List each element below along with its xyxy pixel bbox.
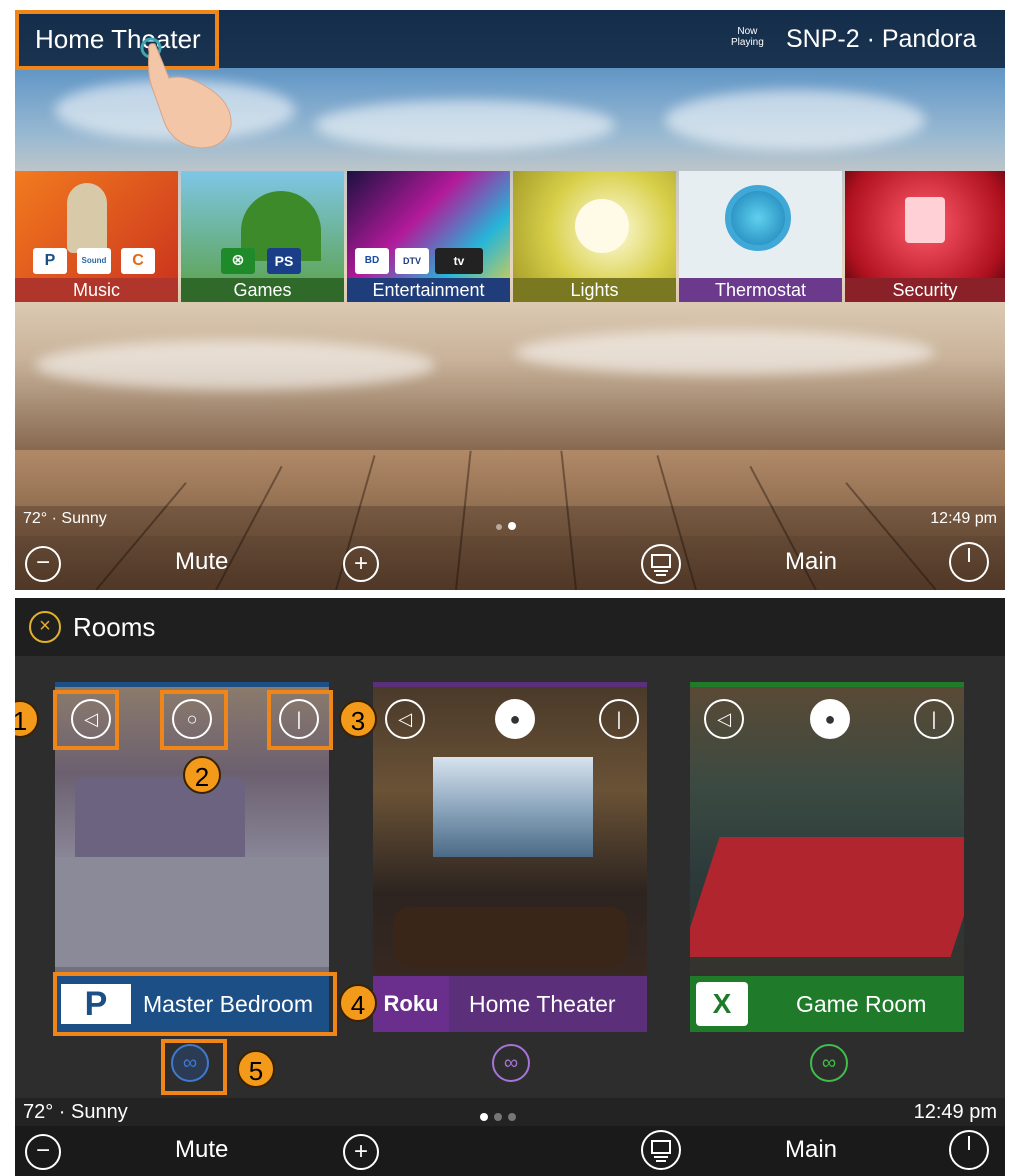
- tile-label: Games: [181, 278, 344, 302]
- highlight-light: [160, 690, 228, 750]
- lightbulb-icon: [575, 199, 629, 253]
- appletv-icon: tv: [435, 248, 483, 274]
- sound-badge: Sound: [77, 248, 111, 274]
- highlight-power: [267, 690, 333, 750]
- tile-lights[interactable]: Lights: [513, 171, 676, 302]
- tile-entertainment[interactable]: BD DTV tv Entertainment: [347, 171, 510, 302]
- bluray-icon: BD: [355, 248, 389, 274]
- volume-icon[interactable]: ◁: [385, 699, 425, 739]
- weather-status: 72° · Sunny: [23, 1101, 128, 1123]
- room-label[interactable]: Roku Home Theater: [373, 976, 647, 1032]
- page-indicator: [493, 517, 519, 535]
- highlight-link: [161, 1039, 227, 1095]
- hand-pointer-icon: [140, 37, 232, 149]
- page-dot-active: [480, 1113, 488, 1121]
- roku-badge: Roku: [373, 976, 449, 1032]
- power-icon[interactable]: |: [599, 699, 639, 739]
- callout-3: 3: [339, 700, 377, 738]
- volume-down-button[interactable]: −: [25, 546, 61, 582]
- tile-label: Entertainment: [347, 278, 510, 302]
- now-playing-label: Now Playing: [731, 26, 764, 48]
- thermostat-icon: [725, 185, 791, 251]
- page-dot-active: [508, 522, 516, 530]
- bed-graphic: [55, 857, 329, 967]
- xbox-icon: ⊗: [221, 248, 255, 274]
- volume-up-button[interactable]: +: [343, 1134, 379, 1170]
- room-card-game-room[interactable]: ◁ ● | X Game Room: [690, 682, 964, 1032]
- rooms-screen: × Rooms ◁ ○ | P Master Bedroom ◁ ● | Rok…: [15, 598, 1005, 1176]
- rooms-header: × Rooms: [15, 598, 1005, 656]
- xbox-badge: X: [696, 982, 748, 1026]
- status-bar: 72° · Sunny 12:49 pm: [15, 1098, 1005, 1126]
- tile-thermostat[interactable]: Thermostat: [679, 171, 842, 302]
- volume-down-button[interactable]: −: [25, 1134, 61, 1170]
- directv-icon: DTV: [395, 248, 429, 274]
- seats-graphic: [393, 907, 627, 967]
- highlight-volume: [53, 690, 119, 750]
- power-icon[interactable]: [949, 542, 989, 582]
- weather-status: 72° · Sunny: [23, 510, 107, 527]
- footer-controls: − Mute + Main: [15, 1126, 1005, 1176]
- page-dot: [496, 524, 502, 530]
- tile-label: Lights: [513, 278, 676, 302]
- mute-button[interactable]: Mute: [175, 548, 228, 576]
- tile-label: Music: [15, 278, 178, 302]
- page-dot: [494, 1113, 502, 1121]
- status-bar: 72° · Sunny 12:49 pm: [15, 506, 1005, 536]
- padlock-icon: [905, 197, 945, 243]
- callout-1: 1: [15, 700, 39, 738]
- callout-5: 5: [237, 1050, 275, 1088]
- cloud: [315, 100, 615, 150]
- lightbulb-icon[interactable]: ●: [810, 699, 850, 739]
- tile-security[interactable]: Security: [845, 171, 1005, 302]
- pool-table-graphic: [690, 837, 964, 957]
- link-icon[interactable]: ∞: [492, 1044, 530, 1082]
- room-label[interactable]: X Game Room: [690, 976, 964, 1032]
- tile-games[interactable]: ⊗ PS Games: [181, 171, 344, 302]
- microphone-icon: [67, 183, 107, 253]
- footer-controls: − Mute + Main: [15, 536, 1005, 590]
- close-icon[interactable]: ×: [29, 611, 61, 643]
- page-dot: [508, 1113, 516, 1121]
- volume-up-button[interactable]: +: [343, 546, 379, 582]
- callout-2: 2: [183, 756, 221, 794]
- room-name: Game Room: [796, 991, 927, 1017]
- playstation-icon: PS: [267, 248, 301, 274]
- menu-icon[interactable]: [641, 544, 681, 584]
- volume-icon[interactable]: ◁: [704, 699, 744, 739]
- clock: 12:49 pm: [913, 1101, 997, 1123]
- page-indicator: [477, 1108, 519, 1126]
- main-button[interactable]: Main: [785, 1136, 837, 1164]
- highlight-room-label: [53, 972, 337, 1036]
- screen-graphic: [433, 757, 593, 857]
- cloud: [665, 90, 925, 150]
- clock: 12:49 pm: [930, 510, 997, 527]
- pandora-badge: P: [33, 248, 67, 274]
- mute-button[interactable]: Mute: [175, 1136, 228, 1164]
- room-name: Home Theater: [469, 991, 616, 1017]
- power-icon[interactable]: [949, 1130, 989, 1170]
- c-badge: C: [121, 248, 155, 274]
- rooms-title: Rooms: [73, 612, 156, 642]
- tile-label: Security: [845, 278, 1005, 302]
- tile-label: Thermostat: [679, 278, 842, 302]
- room-card-home-theater[interactable]: ◁ ● | Roku Home Theater: [373, 682, 647, 1032]
- cloud: [515, 330, 935, 375]
- tile-music[interactable]: P Sound C Music: [15, 171, 178, 302]
- main-button[interactable]: Main: [785, 548, 837, 576]
- callout-4: 4: [339, 984, 377, 1022]
- power-icon[interactable]: |: [914, 699, 954, 739]
- now-playing-source[interactable]: SNP-2 · Pandora: [786, 10, 976, 68]
- cloud: [35, 340, 435, 390]
- menu-icon[interactable]: [641, 1130, 681, 1170]
- link-icon[interactable]: ∞: [810, 1044, 848, 1082]
- lightbulb-icon[interactable]: ●: [495, 699, 535, 739]
- home-screen: Home Theater Now Playing SNP-2 · Pandora…: [15, 10, 1005, 590]
